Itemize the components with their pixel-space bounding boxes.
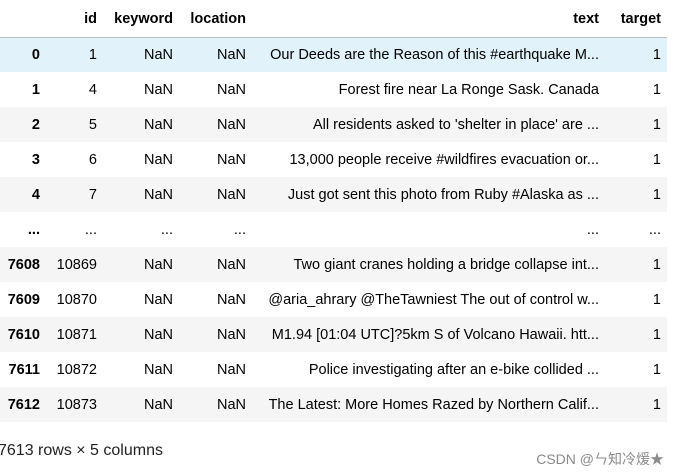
cell-keyword: NaN (143, 116, 173, 133)
table-row: 3 6 NaN NaN 13,000 people receive #wildf… (0, 142, 667, 177)
cell-text: Two giant cranes holding a bridge collap… (293, 256, 600, 273)
table-header: id keyword location text target (0, 2, 667, 38)
cell-id: 10869 (56, 256, 97, 273)
cell-id: 1 (88, 46, 97, 63)
header-index (0, 2, 46, 38)
cell-text: Just got sent this photo from Ruby #Alas… (287, 186, 599, 203)
header-row: id keyword location text target (0, 2, 667, 38)
dataframe-output: id keyword location text target 0 1 NaN … (0, 2, 667, 422)
cell-text: The Latest: More Homes Razed by Northern… (268, 396, 599, 413)
cell-id: 4 (88, 81, 97, 98)
cell-text: M1.94 [01:04 UTC]?5km S of Volcano Hawai… (271, 326, 599, 343)
table-row: 7610 10871 NaN NaN M1.94 [01:04 UTC]?5km… (0, 317, 667, 352)
cell-target: 1 (652, 361, 661, 378)
table-row: 7611 10872 NaN NaN Police investigating … (0, 352, 667, 387)
header-keyword: keyword (103, 2, 179, 38)
row-index: 7610 (7, 326, 40, 343)
watermark: CSDN @ㄣ知冷煖★ (536, 451, 664, 467)
cell-target: 1 (652, 116, 661, 133)
cell-target: 1 (652, 396, 661, 413)
cell-keyword: NaN (143, 291, 173, 308)
cell-text: ... (586, 221, 599, 238)
header-target: target (605, 2, 667, 38)
cell-keyword: NaN (143, 81, 173, 98)
cell-location: NaN (216, 186, 246, 203)
row-index: 1 (31, 81, 40, 98)
cell-text: @aria_ahrary @TheTawniest The out of con… (268, 291, 599, 308)
cell-location: NaN (216, 81, 246, 98)
cell-text: All residents asked to 'shelter in place… (312, 116, 599, 133)
cell-keyword: NaN (143, 361, 173, 378)
row-index: 3 (31, 151, 40, 168)
header-text: text (252, 2, 605, 38)
cell-keyword: NaN (143, 326, 173, 343)
cell-id: 7 (88, 186, 97, 203)
cell-target: 1 (652, 81, 661, 98)
dataframe-shape-text: 7613 rows × 5 columns (0, 442, 163, 459)
header-location: location (179, 2, 252, 38)
table-row: 0 1 NaN NaN Our Deeds are the Reason of … (0, 37, 667, 72)
header-id: id (46, 2, 103, 38)
cell-keyword: NaN (143, 186, 173, 203)
table-row: 7608 10869 NaN NaN Two giant cranes hold… (0, 247, 667, 282)
cell-location: NaN (216, 291, 246, 308)
cell-target: 1 (652, 291, 661, 308)
cell-text: 13,000 people receive #wildfires evacuat… (289, 151, 599, 168)
cell-location: ... (233, 221, 246, 238)
row-index: 2 (31, 116, 40, 133)
table-row-ellipsis: ... ... ... ... ... ... (0, 212, 667, 247)
row-index: ... (27, 221, 40, 238)
cell-text: Forest fire near La Ronge Sask. Canada (338, 81, 599, 98)
cell-target: 1 (652, 326, 661, 343)
row-index: 7611 (8, 361, 40, 378)
table-body: 0 1 NaN NaN Our Deeds are the Reason of … (0, 37, 667, 422)
cell-target: 1 (652, 151, 661, 168)
cell-id: 6 (88, 151, 97, 168)
cell-text: Our Deeds are the Reason of this #earthq… (270, 46, 599, 63)
row-index: 7609 (7, 291, 40, 308)
row-index: 4 (31, 186, 40, 203)
cell-keyword: NaN (143, 256, 173, 273)
row-index: 7612 (7, 396, 40, 413)
table-row: 7612 10873 NaN NaN The Latest: More Home… (0, 387, 667, 422)
cell-keyword: ... (160, 221, 173, 238)
cell-target: 1 (652, 186, 661, 203)
cell-target: 1 (652, 46, 661, 63)
table-row: 4 7 NaN NaN Just got sent this photo fro… (0, 177, 667, 212)
cell-id: ... (84, 221, 97, 238)
cell-location: NaN (216, 151, 246, 168)
row-index: 7608 (7, 256, 40, 273)
cell-target: 1 (652, 256, 661, 273)
row-index: 0 (31, 46, 40, 63)
dataframe-table: id keyword location text target 0 1 NaN … (0, 2, 667, 422)
table-row: 1 4 NaN NaN Forest fire near La Ronge Sa… (0, 72, 667, 107)
cell-location: NaN (216, 46, 246, 63)
cell-id: 10872 (56, 361, 97, 378)
cell-id: 5 (88, 116, 97, 133)
cell-location: NaN (216, 396, 246, 413)
cell-location: NaN (216, 326, 246, 343)
cell-target: ... (648, 221, 661, 238)
cell-id: 10873 (56, 396, 97, 413)
cell-id: 10870 (56, 291, 97, 308)
cell-keyword: NaN (143, 46, 173, 63)
cell-location: NaN (216, 361, 246, 378)
table-row: 7609 10870 NaN NaN @aria_ahrary @TheTawn… (0, 282, 667, 317)
cell-id: 10871 (56, 326, 97, 343)
cell-text: Police investigating after an e-bike col… (308, 361, 599, 378)
cell-location: NaN (216, 256, 246, 273)
table-row: 2 5 NaN NaN All residents asked to 'shel… (0, 107, 667, 142)
cell-keyword: NaN (143, 151, 173, 168)
cell-keyword: NaN (143, 396, 173, 413)
cell-location: NaN (216, 116, 246, 133)
